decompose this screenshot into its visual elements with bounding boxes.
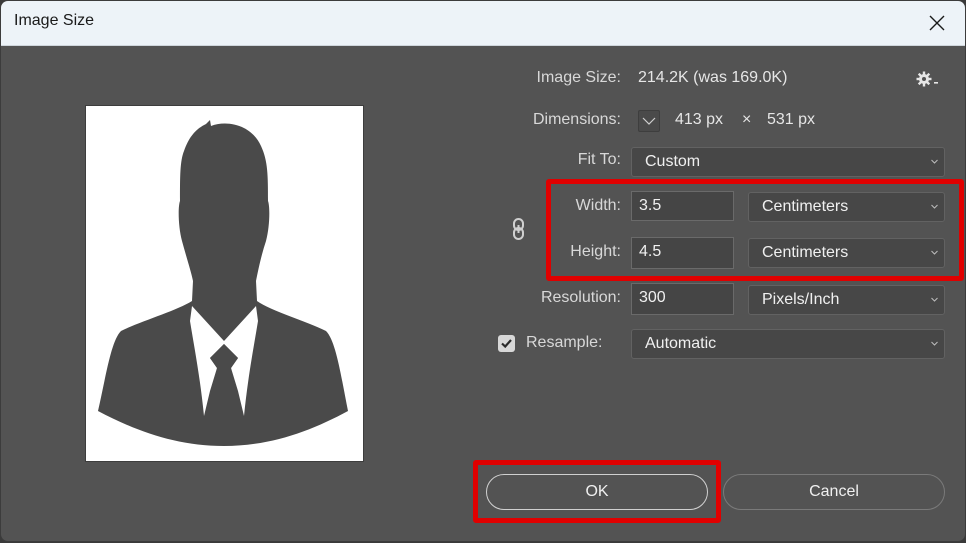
fit-to-label: Fit To: [577, 151, 621, 168]
dimensions-unit-toggle[interactable] [638, 110, 660, 132]
settings-menu-button[interactable] [915, 69, 941, 89]
checkmark-icon [501, 339, 512, 349]
height-unit-select[interactable]: Centimeters [748, 238, 945, 268]
resample-method-value: Automatic [645, 335, 717, 352]
dimensions-height-value: 531 px [767, 111, 816, 128]
resolution-unit-value: Pixels/Inch [762, 291, 840, 308]
dimensions-width-value: 413 px [675, 111, 724, 128]
image-preview[interactable] [85, 105, 364, 462]
chevron-down-icon [931, 159, 938, 164]
height-label: Height: [570, 243, 621, 260]
resample-method-select[interactable]: Automatic [631, 329, 945, 359]
width-unit-value: Centimeters [762, 198, 849, 215]
fit-to-select[interactable]: Custom [631, 147, 945, 177]
dimensions-times-sign: × [742, 111, 752, 128]
title-bar: Image Size [1, 1, 965, 46]
dimensions-label: Dimensions: [532, 111, 621, 128]
close-button[interactable] [917, 5, 957, 41]
chevron-down-icon [931, 341, 938, 346]
height-unit-value: Centimeters [762, 244, 849, 261]
gear-icon [916, 71, 938, 87]
chevron-down-icon [642, 117, 656, 125]
resolution-label: Resolution: [540, 289, 621, 306]
image-size-dialog: Image Size Image Size: 214.2K (was 169.0… [0, 0, 966, 542]
silhouette-image [98, 120, 348, 446]
chevron-down-icon [931, 204, 938, 209]
chevron-down-icon [931, 250, 938, 255]
ok-button[interactable]: OK [486, 474, 708, 510]
image-size-value: 214.2K (was 169.0K) [638, 69, 788, 86]
chevron-down-icon [931, 297, 938, 302]
close-icon [929, 15, 945, 31]
resample-checkbox[interactable] [498, 335, 515, 352]
width-unit-select[interactable]: Centimeters [748, 192, 945, 222]
fit-to-value: Custom [645, 153, 701, 170]
constrain-proportions-toggle[interactable] [511, 217, 527, 243]
dialog-title: Image Size [14, 12, 95, 29]
resolution-unit-select[interactable]: Pixels/Inch [748, 285, 945, 315]
width-input[interactable]: 3.5 [631, 191, 734, 221]
image-size-label: Image Size: [536, 69, 621, 86]
link-chain-icon [513, 218, 524, 240]
cancel-button[interactable]: Cancel [723, 474, 945, 510]
width-label: Width: [575, 197, 621, 214]
resolution-input[interactable]: 300 [631, 283, 734, 315]
resample-label: Resample: [526, 334, 603, 351]
height-input[interactable]: 4.5 [631, 237, 734, 269]
